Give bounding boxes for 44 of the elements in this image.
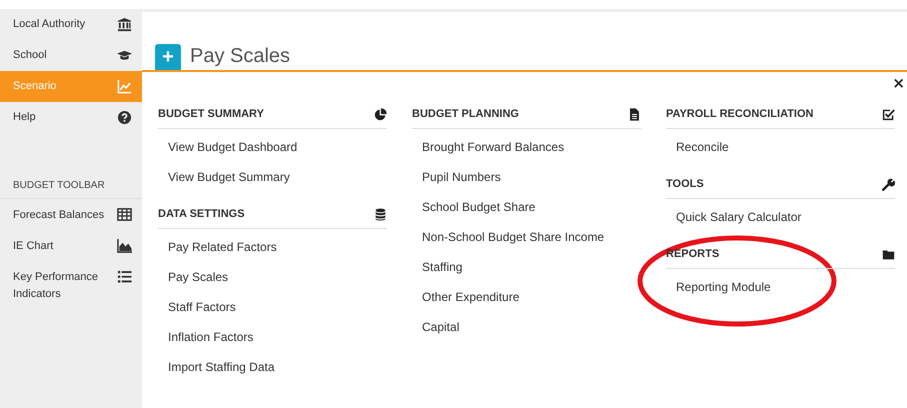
menu-item[interactable]: Import Staffing Data <box>158 352 274 382</box>
sidebar-item[interactable]: School <box>0 40 142 71</box>
menu-item[interactable]: School Budget Share <box>412 192 536 222</box>
bank-icon <box>117 17 132 32</box>
pie-chart-icon <box>374 108 387 120</box>
sidebar-item[interactable]: Local Authority <box>0 9 142 40</box>
menu-item[interactable]: Pay Related Factors <box>158 232 277 262</box>
document-icon <box>628 108 641 120</box>
line-chart-icon <box>117 79 132 94</box>
area-chart-icon <box>117 238 132 253</box>
checkbox-icon <box>882 108 895 120</box>
menu-item[interactable]: Reconcile <box>666 132 729 162</box>
menu-item[interactable]: Pupil Numbers <box>412 162 501 192</box>
section-heading: BUDGET SUMMARY <box>158 108 264 120</box>
menu-item[interactable]: Staff Factors <box>158 292 236 322</box>
menu-item[interactable]: Brought Forward Balances <box>412 132 564 162</box>
menu-item[interactable]: Inflation Factors <box>158 322 254 352</box>
help-icon <box>117 110 132 125</box>
toolbar-item[interactable]: IE Chart <box>0 230 142 261</box>
database-icon <box>374 208 387 220</box>
section-heading: PAYROLL RECONCILIATION <box>666 108 814 120</box>
menu-item[interactable]: View Budget Summary <box>158 162 290 192</box>
wrench-icon <box>882 178 895 190</box>
close-button[interactable]: × <box>890 76 907 90</box>
toolbar-heading: BUDGET TOOLBAR <box>13 180 105 191</box>
menu-item[interactable]: Staffing <box>412 252 462 282</box>
section-heading: BUDGET PLANNING <box>412 108 519 120</box>
menu-item[interactable]: Other Expenditure <box>412 282 520 312</box>
menu-item[interactable]: Quick Salary Calculator <box>666 202 802 232</box>
menu-item[interactable]: Pay Scales <box>158 262 228 292</box>
toolbar-item[interactable]: Key Performance Indicators <box>0 261 142 303</box>
menu-item[interactable]: Capital <box>412 312 460 342</box>
menu-item[interactable]: View Budget Dashboard <box>158 132 298 162</box>
folder-icon <box>882 248 895 260</box>
section-heading: DATA SETTINGS <box>158 208 245 220</box>
menu-item[interactable]: Reporting Module <box>666 272 771 302</box>
toolbar-item[interactable]: Forecast Balances <box>0 199 142 230</box>
table-icon <box>117 207 132 222</box>
section-heading: REPORTS <box>666 248 720 260</box>
page-title: Pay Scales <box>190 45 290 68</box>
section-heading: TOOLS <box>666 178 704 190</box>
menu-item[interactable]: Non-School Budget Share Income <box>412 222 604 252</box>
list-icon <box>117 269 132 284</box>
sidebar-item[interactable]: Help <box>0 102 142 133</box>
